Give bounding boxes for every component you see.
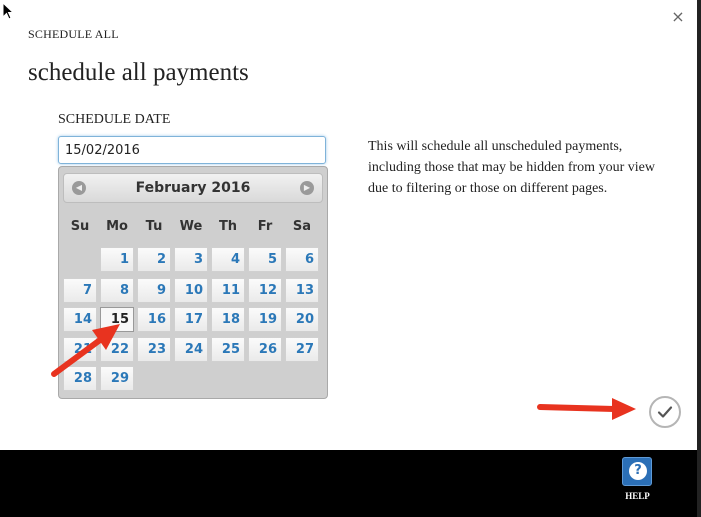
- annotation-arrow-confirm: [537, 398, 636, 420]
- datepicker-month-title: February 2016: [135, 180, 251, 196]
- day-cell[interactable]: 20: [285, 307, 319, 332]
- weekday-header: Sa: [292, 219, 312, 234]
- mouse-cursor-icon: [2, 2, 15, 20]
- annotation-arrow-date: [51, 324, 120, 377]
- day-cell[interactable]: 4: [211, 247, 245, 272]
- day-cell[interactable]: 8: [100, 278, 134, 303]
- day-cell[interactable]: 16: [137, 307, 171, 332]
- day-cell[interactable]: 7: [63, 278, 97, 303]
- day-cell[interactable]: 18: [211, 307, 245, 332]
- modal-dialog: SCHEDULE ALL × schedule all payments SCH…: [0, 0, 697, 450]
- checkmark-icon: [657, 406, 673, 418]
- weekday-header: Fr: [257, 219, 273, 234]
- day-cell[interactable]: 12: [248, 278, 282, 303]
- day-cell[interactable]: 9: [137, 278, 171, 303]
- schedule-date-label: SCHEDULE DATE: [58, 112, 171, 127]
- weekday-header: Tu: [145, 219, 163, 234]
- day-cell[interactable]: 23: [137, 337, 171, 362]
- info-text: This will schedule all unscheduled payme…: [368, 139, 655, 196]
- day-cell[interactable]: 25: [211, 337, 245, 362]
- help-icon: ?: [622, 457, 652, 486]
- weekday-header: Su: [70, 219, 90, 234]
- day-cell[interactable]: 26: [248, 337, 282, 362]
- day-cell[interactable]: 10: [174, 278, 208, 303]
- dialog-header-label: SCHEDULE ALL: [28, 27, 119, 41]
- weekday-header: Th: [218, 219, 238, 234]
- chevron-right-icon[interactable]: ▶: [300, 181, 314, 195]
- day-cell[interactable]: 1: [100, 247, 134, 272]
- day-cell[interactable]: 11: [211, 278, 245, 303]
- day-cell[interactable]: 5: [248, 247, 282, 272]
- footer-bar: [0, 450, 697, 517]
- day-cell[interactable]: 17: [174, 307, 208, 332]
- day-cell[interactable]: 3: [174, 247, 208, 272]
- day-cell[interactable]: 19: [248, 307, 282, 332]
- day-cell[interactable]: 13: [285, 278, 319, 303]
- day-cell[interactable]: 2: [137, 247, 171, 272]
- day-cell[interactable]: 27: [285, 337, 319, 362]
- help-label: HELP: [625, 491, 650, 501]
- weekday-header: Mo: [106, 219, 128, 234]
- help-button[interactable]: ? HELP: [620, 457, 655, 502]
- day-cell[interactable]: 24: [174, 337, 208, 362]
- datepicker-header: ◀ February 2016 ▶: [63, 173, 323, 203]
- close-icon[interactable]: ×: [670, 9, 686, 25]
- window-edge: [697, 0, 701, 517]
- schedule-date-input[interactable]: [58, 136, 326, 164]
- page-title: schedule all payments: [28, 59, 249, 86]
- confirm-button[interactable]: [649, 396, 681, 428]
- weekday-header: We: [179, 219, 203, 234]
- day-cell[interactable]: 6: [285, 247, 319, 272]
